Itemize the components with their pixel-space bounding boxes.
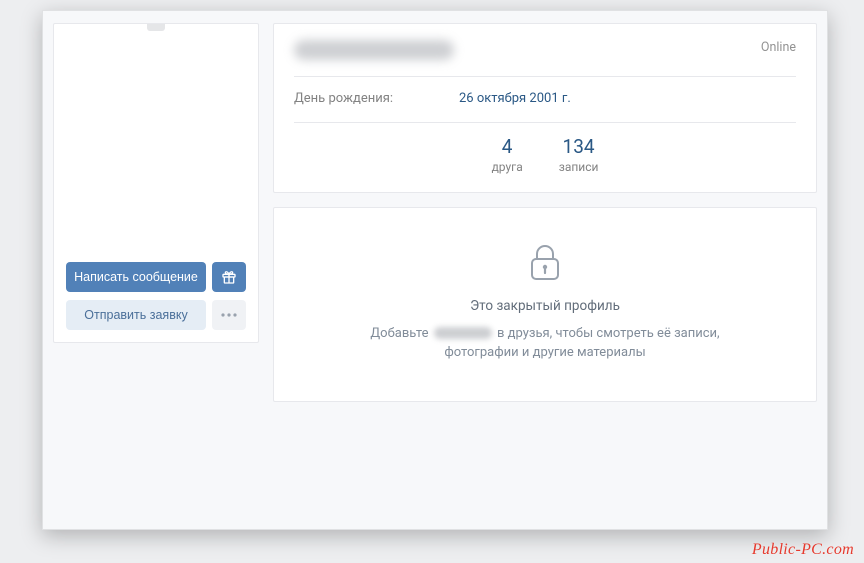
watermark: Public-PC.com: [752, 541, 854, 559]
profile-name-redacted: [294, 40, 454, 60]
private-title: Это закрытый профиль: [294, 298, 796, 314]
send-message-button[interactable]: Написать сообщение: [66, 262, 206, 292]
main-column: Online День рождения: 26 октября 2001 г.…: [273, 23, 817, 515]
stat-friends[interactable]: 4 друга: [492, 137, 523, 174]
name-row: Online: [294, 40, 796, 77]
birthday-row: День рождения: 26 октября 2001 г.: [294, 77, 796, 123]
avatar-placeholder[interactable]: [66, 31, 246, 254]
request-row: Отправить заявку: [66, 300, 246, 330]
gift-icon: [221, 269, 237, 285]
profile-sidebar: Написать сообщение Отправить заявку: [53, 23, 259, 343]
private-description: Добавьте в друзья, чтобы смотреть её зап…: [355, 324, 735, 363]
message-row: Написать сообщение: [66, 262, 246, 292]
stats-row: 4 друга 134 записи: [294, 123, 796, 180]
profile-info-card: Online День рождения: 26 октября 2001 г.…: [273, 23, 817, 193]
lock-icon: [528, 242, 562, 282]
private-desc-before: Добавьте: [370, 326, 428, 341]
private-name-redacted: [434, 327, 492, 339]
gift-button[interactable]: [212, 262, 246, 292]
send-request-button[interactable]: Отправить заявку: [66, 300, 206, 330]
layout-container: Написать сообщение Отправить заявку: [53, 23, 817, 515]
stat-posts-count: 134: [559, 137, 599, 158]
window-frame: Написать сообщение Отправить заявку: [42, 10, 828, 530]
more-options-button[interactable]: [212, 300, 246, 330]
stat-friends-label: друга: [492, 160, 523, 174]
stat-posts[interactable]: 134 записи: [559, 137, 599, 174]
camera-notch: [147, 24, 165, 31]
birthday-label: День рождения:: [294, 91, 459, 106]
online-status: Online: [761, 40, 796, 55]
stat-posts-label: записи: [559, 160, 599, 174]
stat-friends-count: 4: [492, 137, 523, 158]
birthday-value[interactable]: 26 октября 2001 г.: [459, 91, 571, 106]
private-profile-card: Это закрытый профиль Добавьте в друзья, …: [273, 207, 817, 402]
dots-icon: [221, 313, 237, 317]
lock-icon-wrap: [294, 242, 796, 282]
